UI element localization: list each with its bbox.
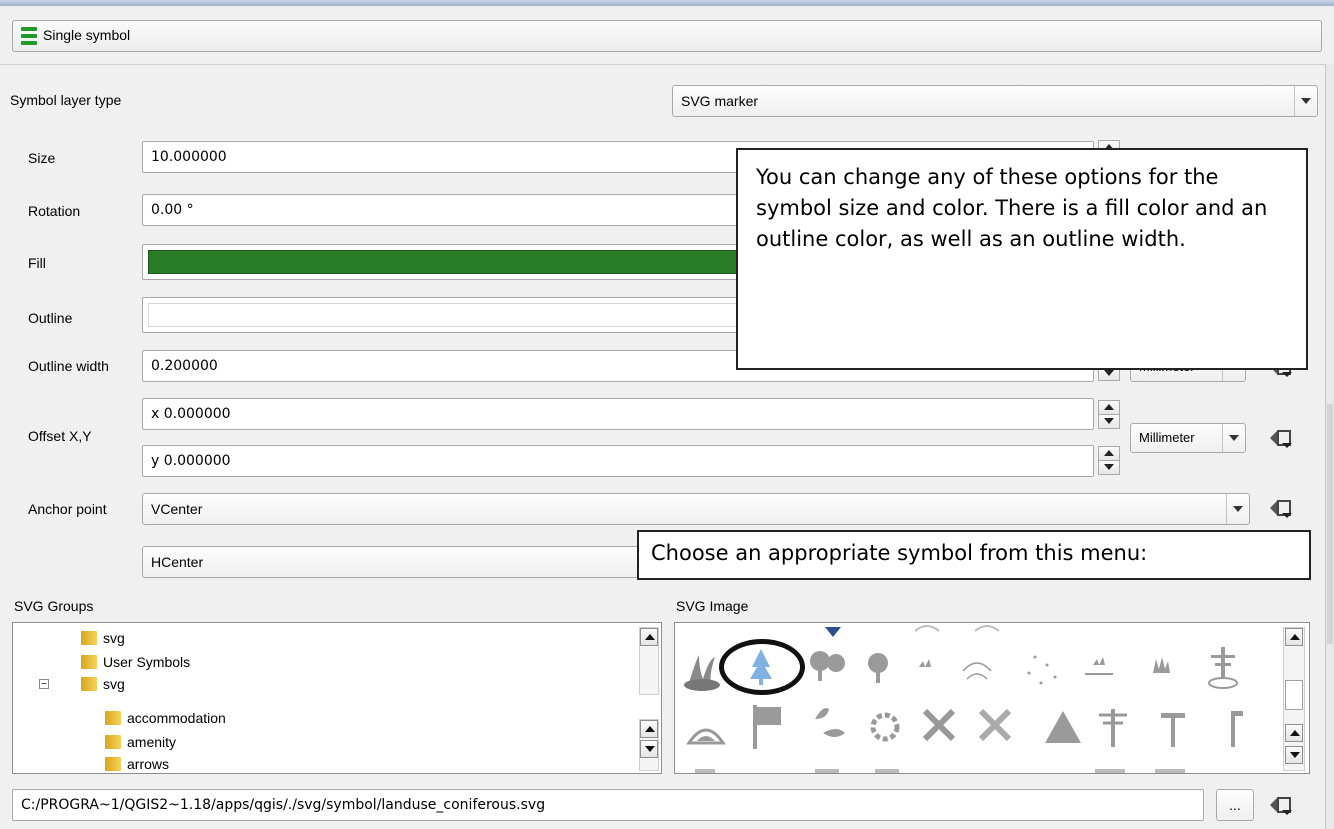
offset-unit-select[interactable]: Millimeter xyxy=(1130,423,1246,453)
svg-path-input[interactable]: C:/PROGRA~1/QGIS2~1.18/apps/qgis/./svg/s… xyxy=(12,789,1204,821)
tree-item[interactable]: accommodation xyxy=(105,707,226,729)
browse-button[interactable]: ... xyxy=(1216,789,1254,821)
anchor-vertical-select[interactable]: VCenter xyxy=(142,493,1250,525)
anchor-point-label: Anchor point xyxy=(28,501,107,517)
folder-icon xyxy=(81,655,97,669)
offset-y-spinner[interactable] xyxy=(1098,446,1120,475)
single-symbol-icon xyxy=(21,27,37,45)
scroll-down-icon[interactable] xyxy=(640,740,658,758)
callout-choose-symbol: Choose an appropriate symbol from this m… xyxy=(637,530,1311,580)
svg-image-label: SVG Image xyxy=(676,598,749,614)
tree-item[interactable]: svg xyxy=(81,627,125,649)
groups-scrollbar-top[interactable] xyxy=(639,627,659,695)
offset-label: Offset X,Y xyxy=(28,428,92,444)
chevron-down-icon xyxy=(1294,86,1317,116)
collapse-toggle-icon[interactable]: − xyxy=(39,679,49,690)
renderer-selector[interactable]: Single symbol xyxy=(12,20,1322,52)
tree-item[interactable]: svg xyxy=(81,673,125,695)
symbol-layer-type-select[interactable]: SVG marker xyxy=(672,85,1318,117)
size-label: Size xyxy=(28,150,56,166)
offset-x-input[interactable]: x 0.000000 xyxy=(142,398,1094,430)
window-top-edge xyxy=(0,0,1334,6)
chevron-down-icon xyxy=(1222,424,1245,452)
svg-groups-tree[interactable]: svg User Symbols − svg accommodation ame… xyxy=(12,622,662,774)
folder-icon xyxy=(81,631,97,645)
scroll-up-icon[interactable] xyxy=(1285,628,1303,646)
scroll-thumb[interactable] xyxy=(1285,680,1303,710)
chevron-down-icon xyxy=(1226,494,1249,524)
divider xyxy=(0,64,1334,65)
scroll-up-icon[interactable] xyxy=(640,720,658,738)
scroll-up-icon[interactable] xyxy=(640,628,658,646)
selection-highlight-circle xyxy=(719,639,805,695)
scroll-down-icon[interactable] xyxy=(1285,746,1303,764)
folder-icon xyxy=(81,677,97,691)
renderer-label: Single symbol xyxy=(43,27,131,43)
fill-label: Fill xyxy=(28,255,46,271)
data-defined-override-icon[interactable] xyxy=(1268,794,1294,816)
scroll-up-icon[interactable] xyxy=(1285,724,1303,742)
groups-scrollbar-bottom[interactable] xyxy=(639,719,659,771)
offset-y-input[interactable]: y 0.000000 xyxy=(142,445,1094,477)
rotation-label: Rotation xyxy=(28,203,81,219)
offset-x-spinner[interactable] xyxy=(1098,400,1120,429)
tree-item[interactable]: arrows xyxy=(105,753,169,771)
panel-scrollbar[interactable] xyxy=(1325,64,1334,829)
svg-image-grid[interactable] xyxy=(674,622,1310,774)
tree-item[interactable]: amenity xyxy=(105,731,176,753)
callout-options: You can change any of these options for … xyxy=(736,148,1308,370)
outline-label: Outline xyxy=(28,310,73,326)
svg-groups-label: SVG Groups xyxy=(14,598,94,614)
image-scrollbar[interactable] xyxy=(1283,627,1305,771)
data-defined-override-icon[interactable] xyxy=(1268,497,1294,519)
symbol-layer-type-value: SVG marker xyxy=(681,93,759,109)
symbol-layer-type-label: Symbol layer type xyxy=(10,92,122,108)
folder-icon xyxy=(105,757,121,771)
folder-icon xyxy=(105,735,121,749)
folder-icon xyxy=(105,711,121,725)
tree-item[interactable]: User Symbols xyxy=(81,651,190,673)
data-defined-override-icon[interactable] xyxy=(1268,427,1294,449)
outline-width-label: Outline width xyxy=(28,358,109,374)
